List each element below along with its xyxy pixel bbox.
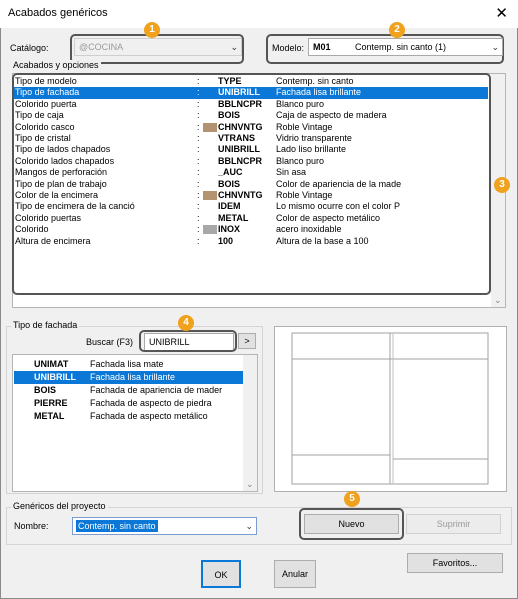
facade-item[interactable]: PIERRE Fachada de aspecto de piedra xyxy=(14,397,243,410)
chevron-down-icon: ⌄ xyxy=(245,521,253,531)
catalog-label: Catálogo: xyxy=(10,43,49,53)
model-label: Modelo: xyxy=(272,43,305,53)
facade-item[interactable]: BOIS Fachada de apariencia de mader xyxy=(14,384,243,397)
project-name-select[interactable]: Contemp. sin canto ⌄ xyxy=(72,517,257,535)
window-title: Acabados genéricos xyxy=(8,7,108,19)
badge-5: 5 xyxy=(344,491,360,507)
facade-code: UNIMAT xyxy=(34,359,69,369)
chevron-down-icon[interactable]: ⌄ xyxy=(246,479,254,490)
project-name-label: Nombre: xyxy=(14,521,49,531)
facade-desc: Fachada de apariencia de mader xyxy=(90,385,223,395)
favoritos-button[interactable]: Favoritos... xyxy=(407,553,503,573)
facade-scrollbar[interactable]: ⌄ xyxy=(243,355,257,491)
cabinet-preview xyxy=(291,332,489,485)
facade-desc: Fachada de aspecto de piedra xyxy=(90,398,212,408)
highlight-3 xyxy=(12,73,491,295)
suprimir-button[interactable]: Suprimir xyxy=(406,514,501,534)
chevron-down-icon: ⌄ xyxy=(491,42,499,52)
model-select[interactable]: M01 Contemp. sin canto (1) ⌄ xyxy=(308,38,503,56)
options-group-label: Acabados y opciones xyxy=(11,60,101,70)
anular-button[interactable]: Anular xyxy=(274,560,316,588)
facade-desc: Fachada de aspecto metálico xyxy=(90,411,208,421)
facade-list[interactable]: UNIMAT Fachada lisa mate UNIBRILL Fachad… xyxy=(12,354,258,492)
facade-code: UNIBRILL xyxy=(34,372,76,382)
close-icon[interactable]: ✕ xyxy=(495,4,508,22)
facade-desc: Fachada lisa mate xyxy=(90,359,164,369)
search-next-button[interactable]: > xyxy=(238,333,256,349)
model-name: Contemp. sin canto (1) xyxy=(355,42,447,52)
badge-3: 3 xyxy=(494,177,510,193)
highlight-5 xyxy=(299,508,404,540)
project-group-label: Genéricos del proyecto xyxy=(11,501,108,511)
facade-item[interactable]: METAL Fachada de aspecto metálico xyxy=(14,410,243,423)
search-label: Buscar (F3) xyxy=(86,337,134,347)
model-code: M01 xyxy=(313,42,331,52)
badge-4: 4 xyxy=(178,315,194,331)
facade-code: METAL xyxy=(34,411,65,421)
highlight-4 xyxy=(139,330,237,352)
chevron-down-icon[interactable]: ⌄ xyxy=(494,295,502,306)
facade-item-selected[interactable]: UNIBRILL Fachada lisa brillante xyxy=(14,371,243,384)
facade-code: PIERRE xyxy=(34,398,68,408)
title-bar: Acabados genéricos ✕ xyxy=(0,0,518,28)
ok-button[interactable]: OK xyxy=(201,560,241,588)
facade-code: BOIS xyxy=(34,385,57,395)
badge-2: 2 xyxy=(389,22,405,38)
facade-desc: Fachada lisa brillante xyxy=(90,372,176,382)
project-name-value: Contemp. sin canto xyxy=(76,520,158,532)
badge-1: 1 xyxy=(144,22,160,38)
facade-group-label: Tipo de fachada xyxy=(11,320,80,330)
facade-item[interactable]: UNIMAT Fachada lisa mate xyxy=(14,358,243,371)
preview-panel xyxy=(274,326,507,492)
